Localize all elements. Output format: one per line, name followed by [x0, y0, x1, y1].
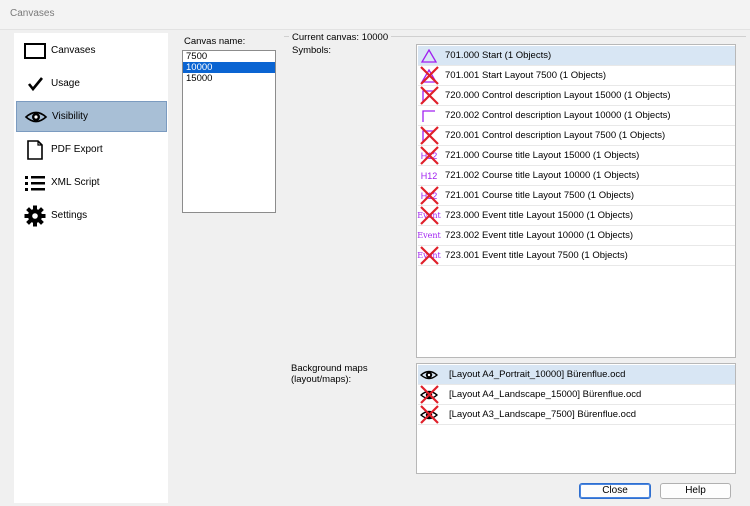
control-description-icon	[419, 86, 439, 105]
symbol-label: 721.000 Course title Layout 15000 (1 Obj…	[445, 150, 640, 161]
symbol-row[interactable]: H12 721.001 Course title Layout 7500 (1 …	[418, 186, 735, 206]
event-title-icon: Event	[417, 246, 441, 265]
background-map-label: [Layout A4_Landscape_15000] Bürenflue.oc…	[449, 389, 642, 400]
sidebar-item-label: Usage	[51, 78, 80, 89]
start-triangle-icon	[419, 46, 439, 65]
background-map-row[interactable]: [Layout A3_Landscape_7500] Bürenflue.ocd	[418, 405, 735, 425]
symbol-label: 723.000 Event title Layout 15000 (1 Obje…	[445, 210, 634, 221]
sidebar-item-visibility[interactable]: Visibility	[16, 101, 167, 132]
course-title-icon-text: H12	[420, 190, 438, 201]
current-canvas-label: Current canvas: 10000	[289, 32, 392, 43]
symbol-row[interactable]: 701.001 Start Layout 7500 (1 Objects)	[418, 66, 735, 86]
canvas-name-label: Canvas name:	[184, 36, 246, 47]
event-title-icon-text: Event	[417, 211, 441, 220]
sidebar-item-canvases[interactable]: Canvases	[16, 35, 167, 66]
gear-icon	[21, 204, 49, 228]
event-title-icon-text: Event	[417, 251, 441, 260]
background-map-row[interactable]: [Layout A4_Portrait_10000] Bürenflue.ocd	[418, 365, 735, 385]
start-triangle-icon	[419, 66, 439, 85]
symbols-list[interactable]: 701.000 Start (1 Objects) 701.001 Start …	[416, 44, 736, 358]
event-title-icon-text: Event	[417, 231, 441, 240]
background-map-label: [Layout A3_Landscape_7500] Bürenflue.ocd	[449, 409, 636, 420]
canvas-name-listbox[interactable]: 7500 10000 15000	[182, 50, 276, 213]
course-title-icon: H12	[419, 186, 439, 205]
help-button[interactable]: Help	[660, 483, 731, 499]
eye-icon	[419, 405, 439, 424]
background-maps-list[interactable]: [Layout A4_Portrait_10000] Bürenflue.ocd…	[416, 363, 736, 474]
sidebar-item-label: Canvases	[51, 45, 96, 56]
sidebar-item-pdf-export[interactable]: PDF Export	[16, 134, 167, 165]
symbol-row[interactable]: Event 723.001 Event title Layout 7500 (1…	[417, 246, 735, 266]
symbol-row[interactable]: Event 723.002 Event title Layout 10000 (…	[417, 226, 735, 246]
control-description-icon	[419, 106, 439, 125]
sidebar-item-label: XML Script	[51, 177, 100, 188]
symbol-label: 723.001 Event title Layout 7500 (1 Objec…	[445, 250, 628, 261]
background-map-row[interactable]: [Layout A4_Landscape_15000] Bürenflue.oc…	[418, 385, 735, 405]
eye-icon	[419, 385, 439, 404]
background-maps-label: Background maps (layout/maps):	[291, 363, 368, 385]
eye-icon	[419, 365, 439, 384]
symbol-row[interactable]: H12 721.002 Course title Layout 10000 (1…	[418, 166, 735, 186]
sidebar-item-label: PDF Export	[51, 144, 103, 155]
symbol-label: 720.002 Control description Layout 10000…	[445, 110, 671, 121]
course-title-icon: H12	[419, 146, 439, 165]
background-maps-label-line1: Background maps	[291, 363, 368, 374]
rectangle-icon	[21, 39, 49, 63]
symbol-label: 720.000 Control description Layout 15000…	[445, 90, 671, 101]
symbol-row[interactable]: Event 723.000 Event title Layout 15000 (…	[417, 206, 735, 226]
symbol-label: 721.001 Course title Layout 7500 (1 Obje…	[445, 190, 635, 201]
close-button[interactable]: Close	[579, 483, 651, 499]
symbol-label: 723.002 Event title Layout 10000 (1 Obje…	[445, 230, 634, 241]
symbol-row[interactable]: 701.000 Start (1 Objects)	[418, 46, 735, 66]
symbol-label: 701.000 Start (1 Objects)	[445, 50, 552, 61]
sidebar-item-usage[interactable]: Usage	[16, 68, 167, 99]
symbol-row[interactable]: 720.002 Control description Layout 10000…	[418, 106, 735, 126]
symbol-label: 721.002 Course title Layout 10000 (1 Obj…	[445, 170, 640, 181]
course-title-icon-text: H12	[420, 170, 438, 181]
background-maps-label-line2: (layout/maps):	[291, 374, 352, 385]
canvas-option[interactable]: 15000	[183, 73, 275, 84]
symbol-row[interactable]: 720.001 Control description Layout 7500 …	[418, 126, 735, 146]
symbol-label: 701.001 Start Layout 7500 (1 Objects)	[445, 70, 607, 81]
symbol-label: 720.001 Control description Layout 7500 …	[445, 130, 666, 141]
control-description-icon	[419, 126, 439, 145]
sidebar-item-label: Settings	[51, 210, 88, 221]
course-title-icon-text: H12	[420, 150, 438, 161]
title-bar: Canvases	[0, 0, 750, 30]
symbols-label: Symbols:	[292, 45, 332, 56]
sidebar-item-settings[interactable]: Settings	[16, 200, 167, 231]
event-title-icon: Event	[417, 206, 441, 225]
eye-icon	[22, 105, 50, 129]
window-title: Canvases	[10, 8, 55, 19]
canvas-option[interactable]: 7500	[183, 51, 275, 62]
list-icon	[21, 171, 49, 195]
sidebar: Canvases Usage Visibility PDF Export XML…	[14, 33, 168, 503]
course-title-icon: H12	[419, 166, 439, 185]
document-icon	[21, 138, 49, 162]
sidebar-item-xml-script[interactable]: XML Script	[16, 167, 167, 198]
canvas-option-selected[interactable]: 10000	[183, 62, 275, 73]
symbol-row[interactable]: 720.000 Control description Layout 15000…	[418, 86, 735, 106]
background-map-label: [Layout A4_Portrait_10000] Bürenflue.ocd	[449, 369, 626, 380]
event-title-icon: Event	[417, 226, 441, 245]
checkmark-icon	[21, 72, 49, 96]
sidebar-item-label: Visibility	[52, 111, 88, 122]
symbol-row[interactable]: H12 721.000 Course title Layout 15000 (1…	[418, 146, 735, 166]
